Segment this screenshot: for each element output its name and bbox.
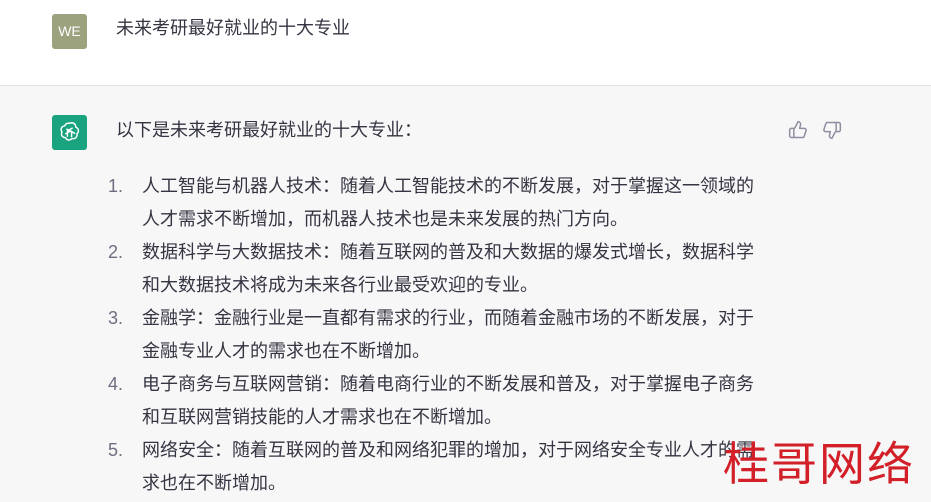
thumbs-up-icon[interactable] bbox=[788, 120, 808, 140]
list-item: 1. 人工智能与机器人技术：随着人工智能技术的不断发展，对于掌握这一领域的人才需… bbox=[104, 170, 764, 236]
assistant-intro-text: 以下是未来考研最好就业的十大专业： bbox=[116, 120, 422, 141]
user-message-text: 未来考研最好就业的十大专业 bbox=[116, 18, 350, 39]
list-item-text: 金融学：金融行业是一直都有需求的行业，而随着金融市场的不断发展，对于金融专业人才… bbox=[142, 308, 754, 362]
list-item-text: 数据科学与大数据技术：随着互联网的普及和大数据的爆发式增长，数据科学和大数据技术… bbox=[142, 242, 754, 296]
list-item-text: 网络安全：随着互联网的普及和网络犯罪的增加，对于网络安全专业人才的需求也在不断增… bbox=[142, 440, 754, 494]
assistant-message-row: 以下是未来考研最好就业的十大专业： 1. 人工智能与机器人技术：随着人工智能技术… bbox=[0, 86, 931, 502]
list-item: 2. 数据科学与大数据技术：随着互联网的普及和大数据的爆发式增长，数据科学和大数… bbox=[104, 236, 764, 302]
list-item: 5. 网络安全：随着互联网的普及和网络犯罪的增加，对于网络安全专业人才的需求也在… bbox=[104, 434, 764, 500]
user-message-row: WE 未来考研最好就业的十大专业 bbox=[0, 0, 931, 86]
answer-list: 1. 人工智能与机器人技术：随着人工智能技术的不断发展，对于掌握这一领域的人才需… bbox=[104, 170, 764, 500]
list-item: 4. 电子商务与互联网营销：随着电商行业的不断发展和普及，对于掌握电子商务和互联… bbox=[104, 368, 764, 434]
list-item-number: 3. bbox=[108, 308, 124, 328]
list-item-text: 人工智能与机器人技术：随着人工智能技术的不断发展，对于掌握这一领域的人才需求不断… bbox=[142, 176, 754, 230]
list-item-text: 电子商务与互联网营销：随着电商行业的不断发展和普及，对于掌握电子商务和互联网营销… bbox=[142, 374, 754, 428]
list-item-number: 4. bbox=[108, 374, 124, 394]
thumbs-down-icon[interactable] bbox=[822, 120, 842, 140]
assistant-avatar bbox=[52, 115, 87, 150]
openai-logo-icon bbox=[60, 122, 80, 141]
user-avatar: WE bbox=[52, 14, 87, 49]
list-item-number: 1. bbox=[108, 176, 124, 196]
list-item: 3. 金融学：金融行业是一直都有需求的行业，而随着金融市场的不断发展，对于金融专… bbox=[104, 302, 764, 368]
list-item-number: 2. bbox=[108, 242, 124, 262]
list-item-number: 5. bbox=[108, 440, 124, 460]
